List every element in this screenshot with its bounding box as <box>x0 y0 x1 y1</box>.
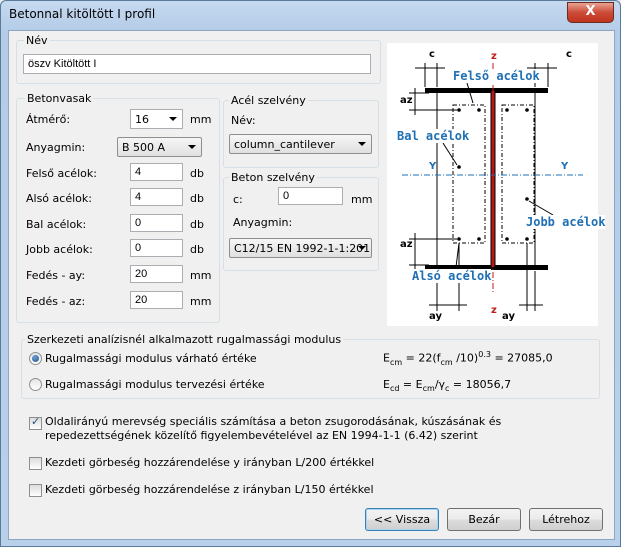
right-bars-label: Jobb acélok: <box>26 243 93 256</box>
cover-ay-input[interactable] <box>130 265 183 283</box>
cover-ay-unit: mm <box>190 269 212 282</box>
rebar-material-value: B 500 A <box>122 141 166 154</box>
imperfection-y-checkbox[interactable] <box>29 457 42 470</box>
dim-az-bottom: az <box>400 239 413 250</box>
steel-section-group-label: Acél szelvény <box>229 94 308 107</box>
dim-c-right: c <box>566 49 572 60</box>
imperfection-z-checkbox[interactable] <box>29 484 42 497</box>
chevron-down-icon <box>358 142 366 146</box>
dialog-client: Név Betonvasak Átmérő: 16 mm Anyagmin: B… <box>8 30 615 540</box>
steel-name-label: Név: <box>231 114 256 127</box>
left-bars-caption: Bal acélok <box>397 129 470 143</box>
back-button[interactable]: << Vissza <box>365 508 439 531</box>
design-modulus-label[interactable]: Rugalmassági modulus tervezési értéke <box>45 378 265 391</box>
steel-section-select[interactable]: column_cantilever <box>229 134 372 154</box>
concrete-material-label: Anyagmin: <box>233 216 293 229</box>
dim-ay-left: ay <box>429 311 442 322</box>
window-title: Betonnal kitöltött I profil <box>9 7 156 21</box>
diameter-select[interactable]: 16 <box>130 109 183 129</box>
cover-az-unit: mm <box>190 295 212 308</box>
lateral-stiffness-label[interactable]: Oldalirányú merevség speciális számítása… <box>45 415 590 443</box>
dim-c-left: c <box>429 49 435 60</box>
title-bar: Betonnal kitöltött I profil X <box>1 1 620 29</box>
create-button[interactable]: Létrehoz <box>529 508 603 531</box>
cover-az-label: Fedés - az: <box>26 295 86 308</box>
left-bars-unit: db <box>190 218 204 231</box>
axis-z-bottom: z <box>491 305 497 316</box>
rebar-material-select[interactable]: B 500 A <box>117 137 202 157</box>
rebar-group <box>16 98 220 323</box>
cover-ay-label: Fedés - ay: <box>26 269 86 282</box>
top-bars-input[interactable] <box>130 163 183 181</box>
imperfection-y-label[interactable]: Kezdeti görbeség hozzárendelése y irányb… <box>45 456 374 469</box>
axis-z-top: z <box>491 51 497 62</box>
expected-modulus-label[interactable]: Rugalmassági modulus várható értéke <box>45 352 257 365</box>
section-diagram: c c z z Y Y az az ay ay Felső acélok Bal… <box>387 43 606 326</box>
dialog-window: Betonnal kitöltött I profil X Név Betonv… <box>0 0 621 547</box>
top-bars-caption: Felső acélok <box>453 69 540 83</box>
design-modulus-radio[interactable] <box>29 378 42 391</box>
concrete-material-select[interactable]: C12/15 EN 1992-1-1:201 <box>229 238 372 258</box>
dim-ay-right: ay <box>502 311 515 322</box>
dim-az-top: az <box>400 95 413 106</box>
bottom-bars-caption: Alsó acélok <box>412 269 492 283</box>
diameter-label: Átmérő: <box>26 113 71 126</box>
left-bars-label: Bal acélok: <box>26 218 87 231</box>
axis-y-left: Y <box>429 161 437 172</box>
lateral-stiffness-checkbox[interactable] <box>29 415 42 430</box>
profile-name-input[interactable] <box>23 54 371 74</box>
chevron-down-icon <box>169 117 177 121</box>
right-bars-input[interactable] <box>130 239 183 257</box>
left-bars-input[interactable] <box>130 214 183 232</box>
close-button[interactable]: Bezár <box>447 508 521 531</box>
name-group-label: Név <box>24 34 50 47</box>
c-label: c: <box>233 193 243 206</box>
c-input[interactable] <box>278 187 343 205</box>
rebar-group-label: Betonvasak <box>25 92 94 105</box>
section-diagram-drawing <box>402 63 583 311</box>
top-bars-label: Felső acélok: <box>26 167 97 180</box>
concrete-section-group-label: Beton szelvény <box>229 171 317 184</box>
concrete-material-value: C12/15 EN 1992-1-1:201 <box>234 242 371 255</box>
right-bars-caption: Jobb acélok <box>526 215 606 229</box>
imperfection-z-label[interactable]: Kezdeti görbeség hozzárendelése z irányb… <box>45 483 374 496</box>
steel-section-value: column_cantilever <box>234 138 335 151</box>
right-bars-unit: db <box>190 243 204 256</box>
bottom-bars-input[interactable] <box>130 188 183 206</box>
chevron-down-icon <box>358 246 366 250</box>
diameter-value: 16 <box>135 113 149 126</box>
axis-y-right: Y <box>561 161 569 172</box>
top-bars-unit: db <box>190 167 204 180</box>
bottom-bars-label: Alsó acélok: <box>26 192 92 205</box>
close-window-button[interactable]: X <box>567 2 614 23</box>
design-modulus-formula: Ecd = Ecm/γc = 18056,7 <box>383 378 512 394</box>
chevron-down-icon <box>188 145 196 149</box>
cover-az-input[interactable] <box>130 291 183 309</box>
expected-modulus-radio[interactable] <box>29 352 42 365</box>
expected-modulus-formula: Ecm = 22(fcm /10)0.3 = 27085,0 <box>383 350 553 367</box>
diameter-unit: mm <box>190 113 212 126</box>
bottom-bars-unit: db <box>190 192 204 205</box>
material-label: Anyagmin: <box>26 141 86 154</box>
c-unit: mm <box>351 193 373 206</box>
modulus-group-label: Szerkezeti analízisnél alkalmazott rugal… <box>25 333 344 346</box>
